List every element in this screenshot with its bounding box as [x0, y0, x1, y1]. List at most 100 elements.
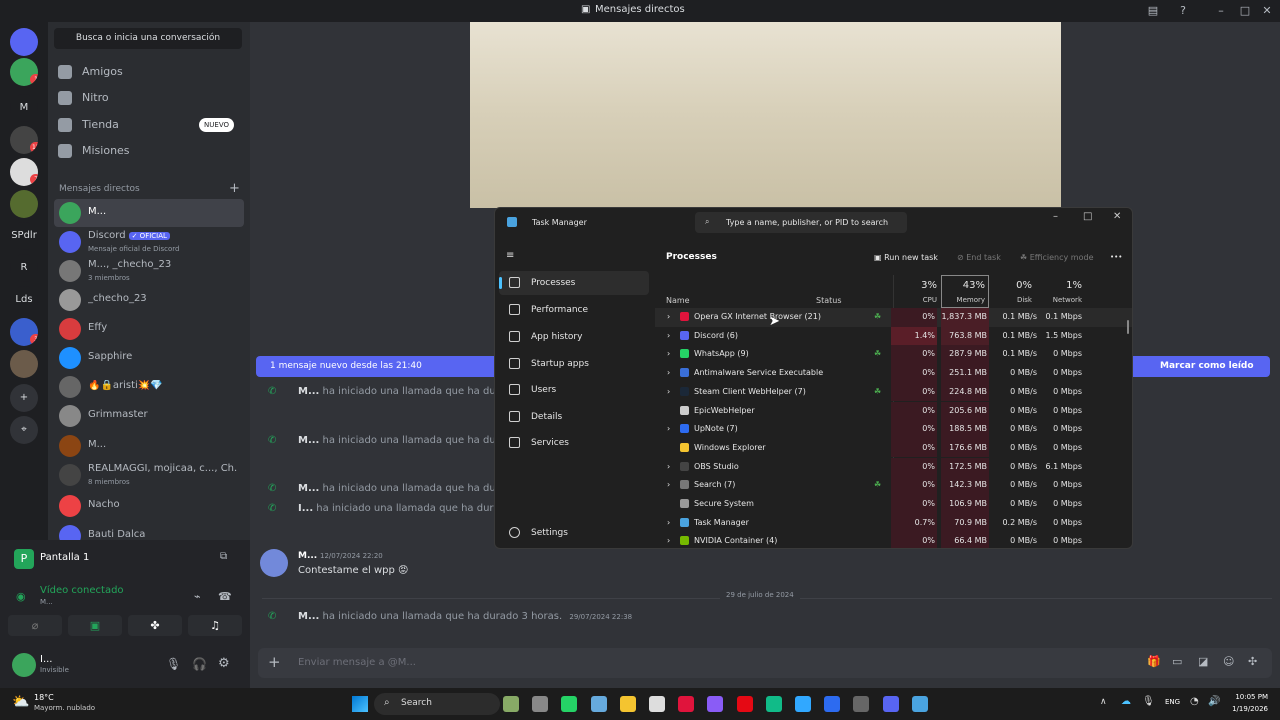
wifi-icon[interactable]: ◔: [1190, 696, 1199, 707]
dm-item[interactable]: Effy: [54, 315, 244, 343]
process-row[interactable]: › Steam Client WebHelper (7) ☘ 0% 224.8 MB 0 …: [655, 382, 1132, 402]
search-conversation-button[interactable]: Busca o inicia una conversación: [54, 28, 242, 49]
call-user[interactable]: M...: [298, 435, 319, 446]
task-manager-window[interactable]: Task Manager ⌕ Type a name, publisher, o…: [494, 207, 1133, 549]
clock-date[interactable]: 1/19/2026: [1226, 705, 1268, 713]
noise-icon[interactable]: ⌁: [194, 590, 201, 603]
dm-item[interactable]: M...: [54, 199, 244, 227]
video-stream[interactable]: [470, 22, 1061, 208]
efficiency-mode-button[interactable]: ☘ Efficiency mode: [1020, 253, 1093, 262]
server-icon[interactable]: 3: [10, 318, 38, 346]
onedrive-icon[interactable]: ☁: [1121, 696, 1131, 707]
server-icon[interactable]: 1: [10, 58, 38, 86]
expand-chevron-icon[interactable]: ›: [667, 368, 670, 377]
taskbar-file-icon[interactable]: [532, 696, 549, 712]
settings-gear-icon[interactable]: ⚙: [218, 656, 230, 671]
headphones-icon[interactable]: 🎧: [192, 657, 207, 671]
dm-item[interactable]: Grimmaster: [54, 402, 244, 430]
tray-overflow-icon[interactable]: ∧: [1100, 697, 1107, 707]
expand-chevron-icon[interactable]: ›: [667, 349, 670, 358]
server-icon[interactable]: M: [10, 94, 38, 122]
avatar[interactable]: [59, 231, 81, 253]
mic-tray-icon[interactable]: 🎙: [1142, 696, 1155, 707]
tm-nav-item[interactable]: Details: [499, 405, 649, 429]
activities-button[interactable]: ✤: [128, 615, 182, 636]
tm-nav-item[interactable]: App history: [499, 325, 649, 349]
expand-chevron-icon[interactable]: ›: [667, 387, 670, 396]
taskbar-opera-gx-icon[interactable]: [707, 696, 724, 712]
inbox-icon[interactable]: ▤: [1145, 3, 1161, 19]
server-icon[interactable]: R: [10, 254, 38, 282]
emoji-icon[interactable]: ☺: [1223, 655, 1234, 668]
help-icon[interactable]: ?: [1175, 3, 1191, 19]
taskbar-opera-icon[interactable]: [678, 696, 695, 712]
server-icon[interactable]: SPdlr: [10, 222, 38, 250]
avatar[interactable]: [59, 405, 81, 427]
maximize-button[interactable]: □: [1237, 3, 1253, 19]
tm-nav-item[interactable]: Users: [499, 378, 649, 402]
camera-off-button[interactable]: ⌀: [8, 615, 62, 636]
server-icon[interactable]: [10, 350, 38, 378]
tm-nav-item[interactable]: Processes: [499, 271, 649, 295]
server-icon[interactable]: 128: [10, 126, 38, 154]
process-row[interactable]: › OBS Studio 0% 172.5 MB 0 MB/s 6.1 Mbps: [655, 457, 1132, 477]
taskbar-search-label[interactable]: Search: [401, 698, 432, 708]
call-user[interactable]: M...: [298, 611, 319, 622]
weather-temp[interactable]: 18°C: [34, 693, 54, 702]
taskbar-netflix-icon[interactable]: [736, 696, 753, 712]
col-network[interactable]: Network: [1040, 296, 1082, 304]
avatar[interactable]: [59, 464, 81, 486]
col-cpu[interactable]: CPU: [895, 296, 937, 304]
microphone-icon[interactable]: 🎙: [166, 657, 181, 671]
server-icon[interactable]: [10, 190, 38, 218]
tm-maximize-button[interactable]: □: [1083, 211, 1092, 222]
taskbar-photoshop-icon[interactable]: [795, 696, 811, 712]
expand-chevron-icon[interactable]: ›: [667, 312, 670, 321]
tm-nav-item[interactable]: Startup apps: [499, 352, 649, 376]
minimize-button[interactable]: –: [1213, 3, 1229, 19]
gift-icon[interactable]: 🎁: [1147, 655, 1161, 668]
more-options-icon[interactable]: •••: [1110, 253, 1122, 261]
taskbar-obs-icon[interactable]: [853, 696, 870, 712]
taskbar-copilot-icon[interactable]: [590, 696, 607, 712]
taskbar-store-icon[interactable]: [649, 696, 665, 712]
avatar[interactable]: [59, 318, 81, 340]
message-composer[interactable]: + Enviar mensaje a @M... 🎁 ▭ ◪ ☺ ✣: [258, 648, 1272, 678]
avatar[interactable]: [59, 289, 81, 311]
process-row[interactable]: › Task Manager 0.7% 70.9 MB 0.2 MB/s 0 Mbps: [655, 513, 1132, 533]
add-dm-button[interactable]: +: [229, 181, 240, 196]
disconnect-icon[interactable]: ☎: [218, 590, 232, 603]
composer-placeholder[interactable]: Enviar mensaje a @M...: [298, 657, 416, 668]
weather-desc[interactable]: Mayorm. nublado: [34, 704, 95, 712]
avatar[interactable]: [59, 347, 81, 369]
process-row[interactable]: › WhatsApp (9) ☘ 0% 287.9 MB 0.1 MB/s 0 Mbps: [655, 345, 1132, 364]
taskbar-task-manager-icon[interactable]: [911, 696, 928, 712]
process-row[interactable]: Secure System 0% 106.9 MB 0 MB/s 0 Mbps: [655, 495, 1132, 514]
sidebar-nav-item[interactable]: Misiones: [58, 139, 244, 163]
end-task-button[interactable]: ⊘ End task: [957, 253, 1001, 262]
process-row[interactable]: › Antimalware Service Executable 0% 251.1 M…: [655, 364, 1132, 383]
screen-share-button[interactable]: ▣: [68, 615, 122, 636]
avatar[interactable]: [59, 260, 81, 282]
server-icon[interactable]: [10, 28, 38, 56]
expand-chevron-icon[interactable]: ›: [667, 518, 670, 527]
taskbar-upnote-icon[interactable]: [824, 696, 841, 712]
dm-item[interactable]: _checho_23: [54, 286, 244, 314]
tm-search-placeholder[interactable]: Type a name, publisher, or PID to search: [726, 218, 888, 227]
server-icon[interactable]: Lds: [10, 286, 38, 314]
process-row[interactable]: › UpNote (7) 0% 188.5 MB 0 MB/s 0 Mbps: [655, 420, 1132, 439]
expand-chevron-icon[interactable]: ›: [667, 424, 670, 433]
taskbar-chess-icon[interactable]: [503, 696, 519, 712]
avatar[interactable]: [59, 376, 81, 398]
avatar[interactable]: [59, 435, 81, 457]
col-disk[interactable]: Disk: [990, 296, 1032, 304]
dm-item[interactable]: Sapphire: [54, 344, 244, 372]
call-user[interactable]: M...: [298, 386, 319, 397]
taskbar-folder-icon[interactable]: [619, 696, 636, 712]
avatar[interactable]: [59, 495, 81, 517]
col-memory[interactable]: Memory: [943, 296, 985, 304]
tm-nav-item[interactable]: Services: [499, 431, 649, 455]
avatar[interactable]: [260, 549, 288, 577]
apps-icon[interactable]: ✣: [1248, 655, 1257, 668]
process-row[interactable]: › Opera GX Internet Browser (21) ☘ 0% 1,837.…: [655, 308, 1132, 327]
